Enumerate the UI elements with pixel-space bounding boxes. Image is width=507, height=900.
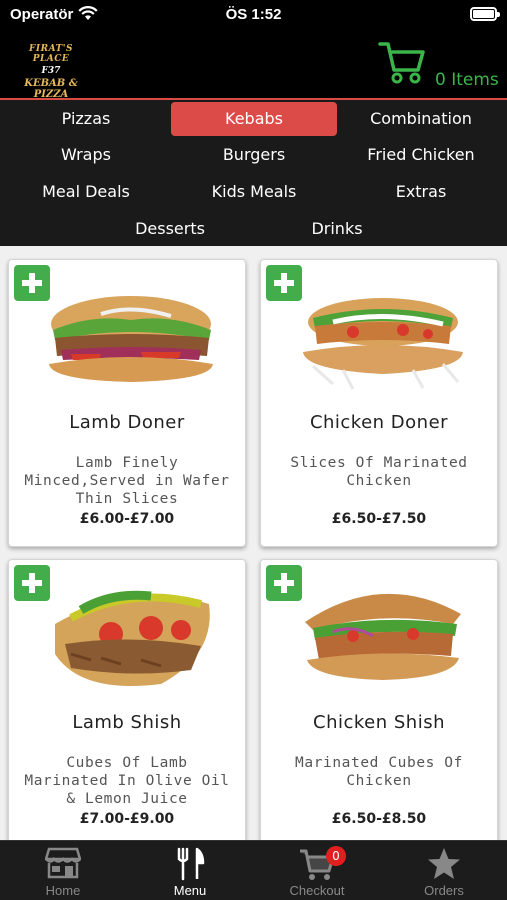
storefront-icon	[45, 847, 81, 879]
product-card-lamb-doner[interactable]: Lamb Doner Lamb Finely Minced,Served in …	[8, 259, 246, 547]
cart-icon[interactable]	[378, 40, 426, 86]
fork-knife-icon	[177, 847, 205, 881]
tab-home[interactable]: Home	[0, 841, 126, 900]
tab-label: Orders	[424, 883, 464, 898]
category-burgers[interactable]: Burgers	[171, 138, 337, 172]
restaurant-logo[interactable]: FIRAT'S PLACE F37 KEBAB & PIZZA	[18, 42, 84, 100]
product-card-lamb-shish[interactable]: Lamb Shish Cubes Of Lamb Marinated In Ol…	[8, 559, 246, 847]
product-grid: Lamb Doner Lamb Finely Minced,Served in …	[0, 246, 507, 847]
product-name: Lamb Doner	[69, 412, 185, 433]
product-description: Slices Of Marinated Chicken	[290, 455, 468, 489]
tab-label: Checkout	[289, 883, 345, 898]
logo-line-1: FIRAT'S PLACE	[28, 44, 74, 64]
product-name: Chicken Shish	[313, 712, 445, 733]
category-kids-meals[interactable]: Kids Meals	[171, 175, 337, 209]
category-combination[interactable]: Combination	[338, 102, 504, 136]
category-fried-chicken[interactable]: Fried Chicken	[338, 138, 504, 172]
product-name: Chicken Doner	[309, 412, 449, 433]
battery-icon	[470, 7, 500, 21]
product-name: Lamb Shish	[72, 712, 182, 733]
product-price: £6.50-£7.50	[331, 511, 427, 527]
product-card-chicken-doner[interactable]: Chicken Doner Slices Of Marinated Chicke…	[260, 259, 498, 547]
chicken-shish-image	[305, 593, 461, 680]
logo-line-3: KEBAB & PIZZA	[24, 78, 78, 100]
category-menu: Pizzas Kebabs Combination Wraps Burgers …	[0, 100, 507, 246]
category-kebabs[interactable]: Kebabs	[171, 102, 337, 136]
app-header: FIRAT'S PLACE F37 KEBAB & PIZZA 0 Items	[0, 30, 507, 100]
lamb-shish-image	[55, 590, 210, 686]
product-description: Cubes Of Lamb Marinated In Olive Oil & L…	[24, 755, 230, 807]
product-card-chicken-shish[interactable]: Chicken Shish Marinated Cubes Of Chicken…	[260, 559, 498, 847]
tab-bar: Home Menu 0 Checkout Orders	[0, 840, 507, 900]
tab-orders[interactable]: Orders	[381, 841, 507, 900]
tab-label: Menu	[173, 883, 207, 898]
category-wraps[interactable]: Wraps	[4, 138, 168, 172]
category-pizzas[interactable]: Pizzas	[4, 102, 168, 136]
clock: ÖS 1:52	[225, 6, 282, 23]
category-desserts[interactable]: Desserts	[88, 212, 252, 246]
category-drinks[interactable]: Drinks	[254, 212, 420, 246]
cart-badge: 0	[326, 846, 346, 866]
status-bar: Operatör ÖS 1:52	[0, 0, 507, 30]
product-description: Marinated Cubes Of Chicken	[295, 755, 463, 789]
category-extras[interactable]: Extras	[338, 175, 504, 209]
logo-line-2: F37	[41, 66, 61, 76]
tab-menu[interactable]: Menu	[127, 841, 253, 900]
star-icon	[428, 848, 460, 879]
cart-item-count[interactable]: 0 Items	[435, 70, 499, 90]
product-price: £6.00-£7.00	[79, 511, 175, 527]
product-price: £6.50-£8.50	[331, 811, 427, 827]
product-description: Lamb Finely Minced,Served in Wafer Thin …	[24, 455, 230, 507]
tab-label: Home	[45, 883, 81, 898]
category-meal-deals[interactable]: Meal Deals	[4, 175, 168, 209]
tab-checkout[interactable]: 0 Checkout	[254, 841, 380, 900]
product-price: £7.00-£9.00	[79, 811, 175, 827]
chicken-doner-image	[303, 298, 463, 390]
lamb-doner-image	[49, 296, 213, 382]
